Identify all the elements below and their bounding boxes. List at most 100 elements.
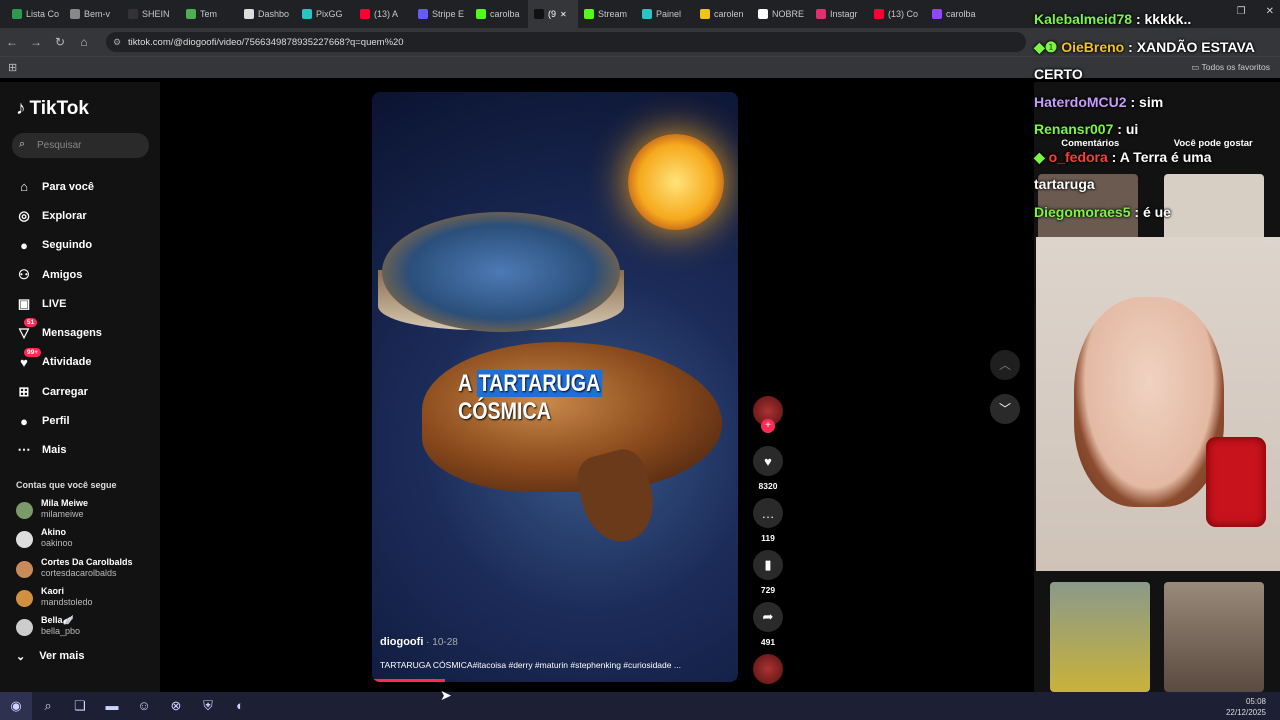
followed-account[interactable]: Bella🪽 bella_pbo: [16, 615, 156, 643]
comment-icon: …: [753, 498, 783, 528]
browser-tab[interactable]: Painel: [636, 0, 694, 28]
share-button[interactable]: ➦ 491: [752, 602, 784, 647]
nav-item-label: Amigos: [42, 268, 83, 281]
comment-count: 119: [761, 533, 775, 543]
save-button[interactable]: ▮ 729: [752, 550, 784, 595]
chat-text: é ue: [1142, 203, 1171, 220]
tab-label: (13) A: [374, 9, 399, 19]
browser-tab[interactable]: carolen: [694, 0, 752, 28]
followed-account[interactable]: Mila Meiwe milameiwe: [16, 498, 156, 526]
like-button[interactable]: ♥ 8320: [752, 446, 784, 491]
chat-text: kkkkk..: [1144, 11, 1192, 27]
chevron-down-nav-icon[interactable]: ﹀: [990, 394, 1020, 424]
avatar: [16, 560, 33, 578]
share-count: 491: [760, 637, 776, 647]
tab-label: Bem-v: [84, 9, 111, 19]
nav-item-profile[interactable]: ● Perfil: [16, 406, 156, 435]
comment-button[interactable]: … 119: [752, 498, 784, 543]
browser-tab[interactable]: Instagr: [810, 0, 868, 28]
account-name: Akino: [41, 527, 67, 538]
creator-avatar-button[interactable]: +: [752, 396, 784, 433]
back-icon[interactable]: ←: [0, 35, 24, 49]
video-progress-bar[interactable]: [372, 679, 446, 682]
sound-disc-button[interactable]: [752, 654, 784, 684]
nav-item-home[interactable]: ⌂ Para você: [16, 172, 156, 201]
video-player[interactable]: A TARTARUGA CÓSMICA diogoofi · 10-28 TAR…: [372, 92, 738, 682]
browser-tab[interactable]: carolba: [470, 0, 528, 28]
nav-item-upload[interactable]: ⊞ Carregar: [16, 377, 156, 406]
followed-account[interactable]: Cortes Da Carolbalds cortesdacarolbalds: [16, 557, 156, 585]
chat-message: ◆❶ OieBreno : XANDÃO ESTAVA: [1034, 34, 1280, 62]
browser-tab[interactable]: Stream: [578, 0, 636, 28]
browser-tab[interactable]: carolba: [926, 0, 984, 28]
followed-account[interactable]: Kaori mandstoledo: [16, 586, 156, 614]
close-tab-icon[interactable]: ✕: [560, 10, 567, 19]
tab-label: Tem: [200, 9, 218, 19]
chevron-down-icon: ⌄: [16, 651, 26, 663]
site-info-icon[interactable]: ⚙: [113, 37, 121, 48]
browser-tab[interactable]: (9 ✕: [528, 0, 578, 28]
tab-favicon-icon: [816, 9, 826, 19]
browser-tab[interactable]: Tem: [180, 0, 238, 28]
followed-account[interactable]: Akino oakinoo: [16, 527, 156, 555]
file-explorer-icon[interactable]: ▬: [96, 692, 128, 720]
nav-item-label: Atividade: [42, 356, 92, 369]
search-taskbar-icon[interactable]: ⌕: [32, 692, 64, 720]
task-view-icon[interactable]: ❏: [64, 692, 96, 720]
nav-item-more[interactable]: ⋯ Mais: [16, 436, 156, 465]
tab-favicon-icon: [186, 9, 196, 19]
url-text: tiktok.com/@diogoofi/video/7566349878935…: [128, 36, 404, 48]
nav-item-friends[interactable]: ⚇ Amigos: [16, 260, 156, 289]
xbox-icon[interactable]: ⊗: [160, 692, 192, 720]
browser-tab[interactable]: SHEIN: [122, 0, 180, 28]
compass-icon: ◎: [18, 207, 30, 223]
account-name: Cortes Da Carolbalds: [41, 556, 133, 567]
tab-label: PixGG: [316, 9, 343, 19]
video-thumbnail[interactable]: [1164, 582, 1264, 692]
obs-icon[interactable]: ◐: [224, 692, 256, 720]
tiktok-logo[interactable]: ♪ TikTok: [16, 98, 89, 120]
browser-tab[interactable]: Lista Co: [6, 0, 64, 28]
video-thumbnail[interactable]: [1050, 582, 1150, 692]
nav-item-messages[interactable]: ▽ Mensagens 51: [16, 318, 156, 347]
defender-icon[interactable]: ⛨: [192, 692, 224, 720]
chat-text: tartaruga: [1034, 176, 1095, 192]
system-clock[interactable]: 05:08 22/12/2025: [1226, 696, 1266, 718]
avatar: [16, 619, 33, 637]
nav-item-label: Seguindo: [42, 239, 93, 252]
browser-tab[interactable]: Stripe E: [412, 0, 470, 28]
browser-tab[interactable]: (13) Co: [868, 0, 926, 28]
home-browser-icon[interactable]: ⌂: [72, 35, 96, 49]
chrome-icon[interactable]: ◉: [0, 692, 32, 720]
browser-tab[interactable]: (13) A: [354, 0, 412, 28]
avatar: [16, 502, 33, 519]
video-caption-overlay: A TARTARUGA CÓSMICA: [458, 370, 688, 426]
chat-username: Kalebalmeid78: [1034, 11, 1133, 27]
url-field[interactable]: ⚙ tiktok.com/@diogoofi/video/75663498789…: [106, 32, 1026, 52]
tab-favicon-icon: [534, 9, 544, 19]
see-more-button[interactable]: ⌄ Ver mais: [16, 650, 84, 663]
browser-tab[interactable]: Bem-v: [64, 0, 122, 28]
chat-separator: :: [1107, 148, 1120, 165]
reload-icon[interactable]: ↻: [48, 35, 72, 49]
mouse-cursor-icon: ➤: [440, 687, 452, 703]
search-input[interactable]: ⌕ Pesquisar: [12, 133, 149, 158]
tab-label: carolba: [946, 9, 976, 19]
follow-plus-icon[interactable]: +: [761, 419, 775, 433]
video-author[interactable]: diogoofi · 10-28: [380, 636, 458, 648]
forward-icon[interactable]: →: [24, 35, 48, 49]
tab-label: Stream: [598, 9, 628, 19]
discord-icon[interactable]: ☺: [128, 692, 160, 720]
nav-item-live[interactable]: ▣ LIVE: [16, 289, 156, 318]
nav-item-following[interactable]: ● Seguindo: [16, 231, 156, 260]
apps-grid-icon[interactable]: ⊞: [8, 61, 17, 74]
nav-item-compass[interactable]: ◎ Explorar: [16, 201, 156, 230]
chevron-up-icon[interactable]: ︿: [990, 350, 1020, 380]
nav-item-activity[interactable]: ♥ Atividade 99+: [16, 347, 156, 377]
browser-tab[interactable]: PixGG: [296, 0, 354, 28]
tab-label: (13) Co: [888, 9, 919, 19]
tiktok-sidebar: ♪ TikTok ⌕ Pesquisar ⌂ Para você ◎ Explorar…: [0, 82, 160, 692]
browser-tab[interactable]: Dashbo: [238, 0, 296, 28]
browser-tab[interactable]: NOBRE: [752, 0, 810, 28]
tab-label: SHEIN: [142, 9, 170, 19]
